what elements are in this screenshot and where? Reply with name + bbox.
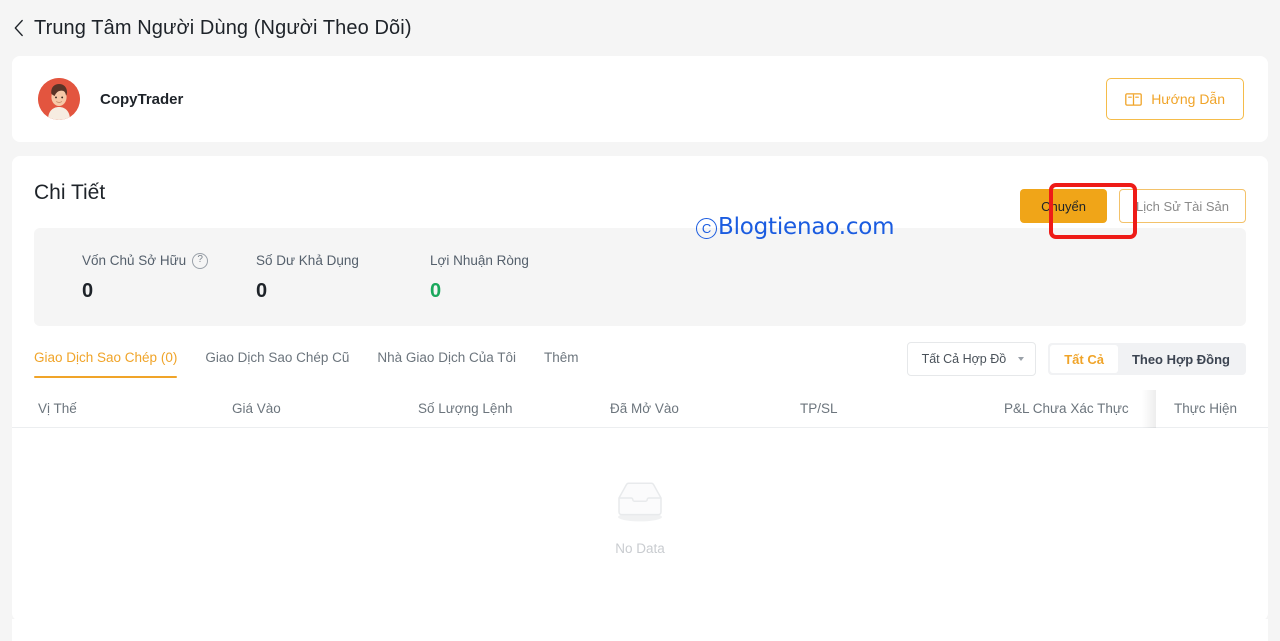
tab-more[interactable]: Thêm — [544, 350, 579, 378]
stat-available-balance-value: 0 — [256, 279, 268, 302]
detail-card: Chi Tiết Chuyển Lịch Sử Tài Sản Vốn Chủ … — [12, 156, 1268, 621]
avatar — [38, 78, 80, 120]
stat-equity-label-text: Vốn Chủ Sở Hữu — [82, 252, 187, 268]
inbox-empty-icon — [609, 476, 671, 529]
profile-card: CopyTrader Hướng Dẫn — [12, 56, 1268, 142]
contract-select-value: Tất Cả Hợp Đồ — [921, 352, 1007, 366]
filter-controls: Tất Cả Hợp Đồ Tất Cả Theo Hợp Đồng — [906, 342, 1246, 376]
table-empty-state: No Data — [12, 428, 1268, 578]
table-empty-text: No Data — [615, 541, 665, 556]
page-header: Trung Tâm Người Dùng (Người Theo Dõi) — [0, 0, 1280, 56]
column-order-quantity: Số Lượng Lệnh — [418, 401, 513, 416]
segment-by-contract[interactable]: Theo Hợp Đồng — [1118, 345, 1244, 373]
tab-past-copy-trades[interactable]: Giao Dịch Sao Chép Cũ — [205, 350, 349, 378]
positions-table: Vị Thế Giá Vào Số Lượng Lệnh Đã Mở Vào T… — [12, 390, 1268, 578]
question-circle-icon[interactable]: ? — [192, 252, 209, 269]
column-unrealized-pnl: P&L Chưa Xác Thực — [1004, 401, 1129, 416]
copyright-icon: C — [696, 217, 717, 239]
view-mode-segmented: Tất Cả Theo Hợp Đồng — [1048, 343, 1246, 375]
tab-copy-trades[interactable]: Giao Dịch Sao Chép (0) — [34, 350, 178, 378]
table-header-row: Vị Thế Giá Vào Số Lượng Lệnh Đã Mở Vào T… — [12, 390, 1268, 428]
page-title: Trung Tâm Người Dùng (Người Theo Dõi) — [34, 17, 412, 39]
stat-net-profit-value: 0 — [430, 279, 442, 302]
stat-net-profit: Lợi Nhuận Ròng 0 — [430, 253, 604, 302]
asset-history-button[interactable]: Lịch Sử Tài Sản — [1118, 189, 1246, 223]
stat-equity: Vốn Chủ Sở Hữu ? 0 — [82, 252, 256, 302]
detail-actions: Chuyển Lịch Sử Tài Sản — [1020, 189, 1246, 223]
column-tp-sl: TP/SL — [800, 401, 838, 416]
column-entry-price: Giá Vào — [232, 401, 281, 416]
stats-panel: Vốn Chủ Sở Hữu ? 0 Số Dư Khả Dụng 0 Lợi … — [34, 228, 1246, 326]
watermark: C Blogtienao.com — [696, 214, 895, 240]
column-actions: Thực Hiện — [1174, 401, 1238, 416]
detail-title: Chi Tiết — [34, 181, 106, 204]
column-opened-at: Đã Mở Vào — [610, 401, 679, 416]
transfer-button[interactable]: Chuyển — [1020, 189, 1107, 223]
book-icon — [1125, 92, 1143, 107]
stat-net-profit-label: Lợi Nhuận Ròng — [430, 252, 529, 268]
stat-available-balance: Số Dư Khả Dụng 0 — [256, 253, 430, 302]
guide-button[interactable]: Hướng Dẫn — [1106, 78, 1244, 120]
tab-my-traders[interactable]: Nhà Giao Dịch Của Tôi — [377, 350, 516, 378]
chevron-left-icon[interactable] — [8, 17, 30, 39]
contract-select[interactable]: Tất Cả Hợp Đồ — [906, 342, 1037, 376]
tab-list: Giao Dịch Sao Chép (0) Giao Dịch Sao Ché… — [34, 350, 579, 378]
card-bottom-fill — [12, 619, 1268, 641]
detail-header: Chi Tiết Chuyển Lịch Sử Tài Sản — [34, 178, 1246, 228]
profile-name: CopyTrader — [100, 90, 184, 108]
segment-all[interactable]: Tất Cả — [1050, 345, 1118, 373]
stat-available-balance-label: Số Dư Khả Dụng — [256, 252, 359, 268]
guide-button-label: Hướng Dẫn — [1151, 91, 1225, 107]
chevron-down-icon — [1018, 357, 1025, 361]
stat-equity-value: 0 — [82, 279, 94, 302]
watermark-text: Blogtienao.com — [718, 214, 895, 240]
stat-equity-label: Vốn Chủ Sở Hữu ? — [82, 252, 256, 269]
column-position: Vị Thế — [38, 401, 77, 416]
tabs-row: Giao Dịch Sao Chép (0) Giao Dịch Sao Ché… — [34, 342, 1246, 390]
